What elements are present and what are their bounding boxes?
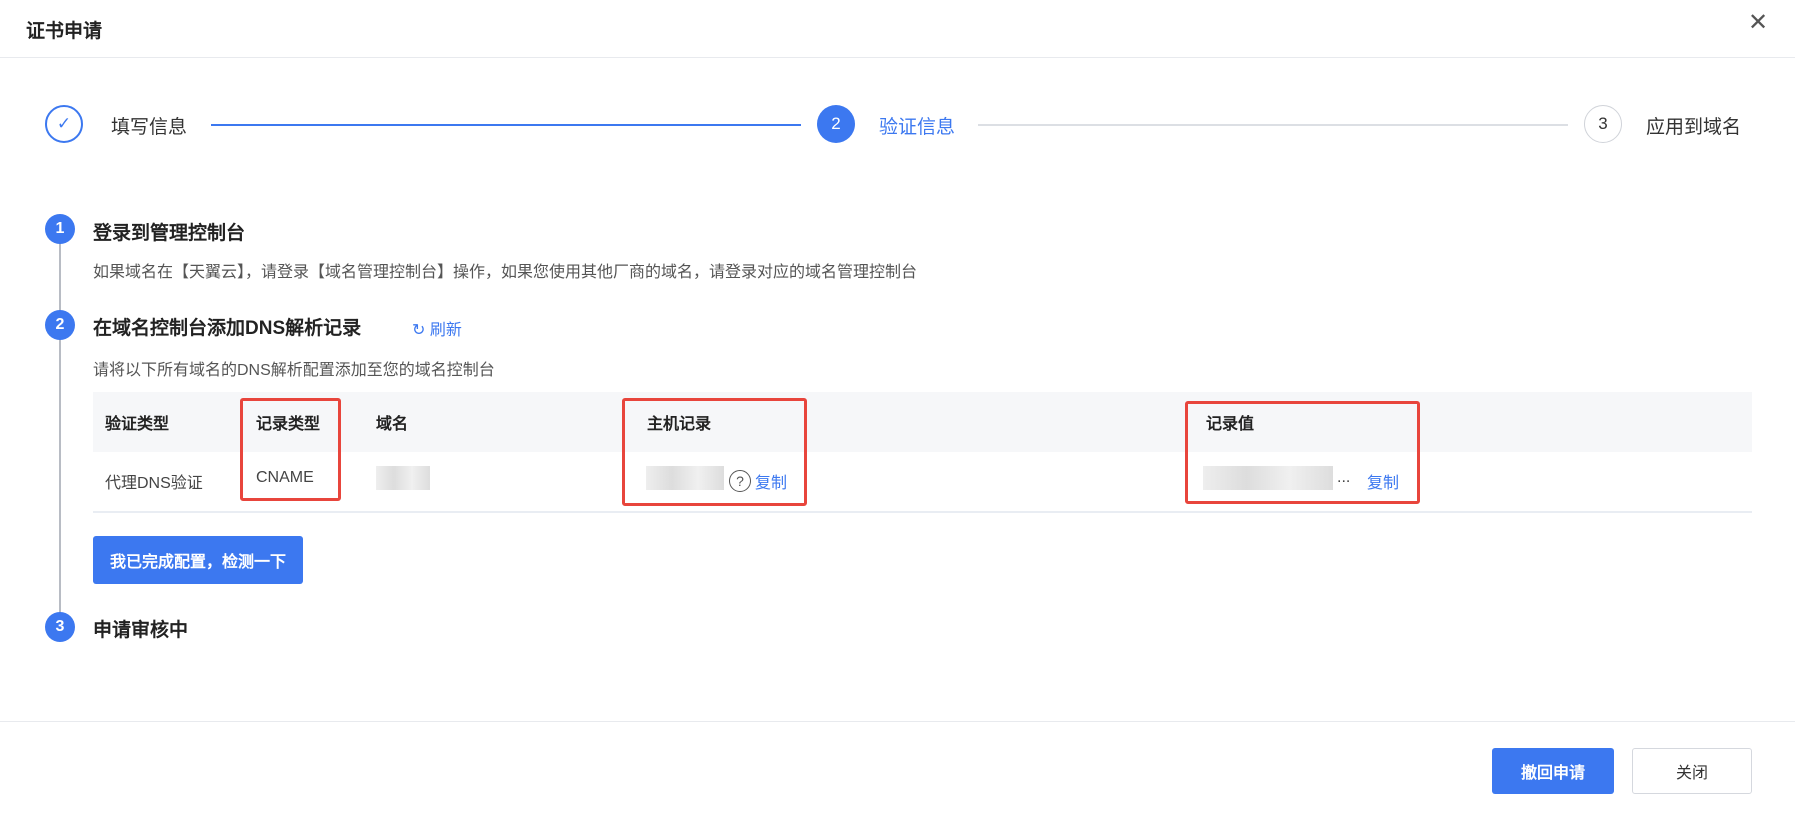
header-domain: 域名 <box>376 416 409 433</box>
step-label-1: 填写信息 <box>111 117 188 138</box>
step-label-2: 验证信息 <box>879 117 956 138</box>
refresh-button[interactable]: ↻ 刷新 <box>412 316 462 340</box>
section-number-1: 1 <box>45 214 75 244</box>
cell-verify-type: 代理DNS验证 <box>105 475 203 492</box>
timeline-line <box>59 230 61 628</box>
dialog-header <box>0 0 1795 58</box>
revoke-button[interactable]: 撤回申请 <box>1492 748 1614 794</box>
step-number-2: 2 <box>817 105 855 143</box>
step-number-3: 3 <box>1584 105 1622 143</box>
step-connector <box>978 124 1568 126</box>
table-header <box>93 392 1752 452</box>
refresh-label: 刷新 <box>429 322 462 339</box>
close-button[interactable]: 关闭 <box>1632 748 1752 794</box>
highlight-record-value <box>1185 401 1420 504</box>
section-title-2: 在域名控制台添加DNS解析记录 <box>93 318 362 339</box>
highlight-host-record <box>622 398 807 506</box>
check-config-button[interactable]: 我已完成配置，检测一下 <box>93 536 303 584</box>
dialog-title: 证书申请 <box>26 21 103 42</box>
dns-record-table: 验证类型 记录类型 域名 主机记录 记录值 代理DNS验证 CNAME ? 复制… <box>93 392 1752 513</box>
header-verify-type: 验证类型 <box>105 416 170 433</box>
section-title-3: 申请审核中 <box>93 620 189 641</box>
section-desc-1: 如果域名在【天翼云】，请登录【域名管理控制台】操作，如果您使用其他厂商的域名，请… <box>93 264 918 281</box>
cell-domain-redacted <box>376 466 430 490</box>
check-icon: ✓ <box>45 105 83 143</box>
footer-divider <box>0 721 1795 722</box>
highlight-record-type <box>240 398 341 501</box>
step-label-3: 应用到域名 <box>1646 117 1742 138</box>
step-connector <box>211 124 801 126</box>
section-desc-2: 请将以下所有域名的DNS解析配置添加至您的域名控制台 <box>93 362 495 379</box>
close-icon[interactable]: ✕ <box>1748 8 1768 37</box>
refresh-icon: ↻ <box>412 322 430 339</box>
section-number-2: 2 <box>45 310 75 340</box>
section-number-3: 3 <box>45 612 75 642</box>
section-title-1: 登录到管理控制台 <box>93 223 246 244</box>
